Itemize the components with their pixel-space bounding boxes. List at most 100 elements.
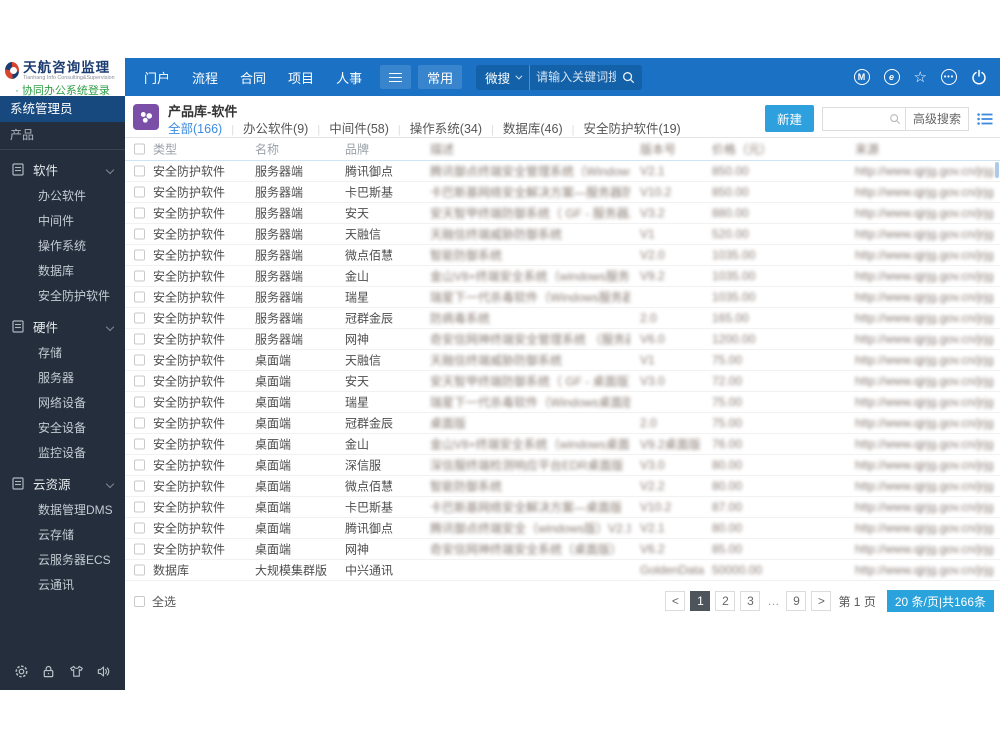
- nav-item[interactable]: 合同: [229, 68, 277, 87]
- sidebar-item[interactable]: 安全设备: [0, 416, 125, 441]
- sidebar-item[interactable]: 云服务器ECS: [0, 548, 125, 573]
- theme-button[interactable]: [69, 664, 84, 679]
- new-button[interactable]: 新建: [764, 105, 814, 132]
- table-row[interactable]: 安全防护软件 桌面端 安天 安天智甲终端防御系统（ GF - 桌面版） V3.0 72.0…: [125, 371, 1000, 392]
- column-header[interactable]: 名称: [255, 141, 279, 158]
- row-checkbox[interactable]: [134, 291, 145, 303]
- table-row[interactable]: 安全防护软件 桌面端 卡巴斯基 卡巴斯基网络安全解决方案—桌面版（-KL… V10.2 8…: [125, 497, 1000, 518]
- nav-item[interactable]: 项目: [277, 68, 325, 87]
- tab[interactable]: 安全防护软件(19): [563, 118, 680, 137]
- page-button[interactable]: 2: [715, 591, 736, 611]
- row-checkbox[interactable]: [134, 396, 145, 408]
- nav-item[interactable]: 人事: [325, 68, 373, 87]
- sidebar-item[interactable]: 办公软件: [0, 184, 125, 209]
- more-icon[interactable]: •••: [941, 69, 957, 85]
- tab[interactable]: 中间件(58): [308, 118, 389, 137]
- table-row[interactable]: 安全防护软件 服务器端 卡巴斯基 卡巴斯基网络安全解决方案—服务器防护版 V10.2 85…: [125, 182, 1000, 203]
- row-checkbox[interactable]: [134, 333, 145, 345]
- sound-button[interactable]: [96, 664, 111, 679]
- search-button[interactable]: [622, 71, 642, 84]
- page-number[interactable]: 1: [854, 595, 861, 609]
- table-row[interactable]: 安全防护软件 桌面端 深信服 深信服终端检测响应平台EDR桌面版 V3.0 80.00 ht…: [125, 455, 1000, 476]
- row-checkbox[interactable]: [134, 249, 145, 261]
- sidebar-item[interactable]: 网络设备: [0, 391, 125, 416]
- advanced-search-button[interactable]: 高级搜索: [904, 106, 969, 131]
- row-checkbox[interactable]: [134, 270, 145, 282]
- row-checkbox[interactable]: [134, 543, 145, 555]
- menu-toggle-button[interactable]: [380, 65, 412, 89]
- sidebar-item[interactable]: 操作系统: [0, 234, 125, 259]
- table-row[interactable]: 数据库 大规模集群版 中兴通讯 GoldenData s… 50000.00 http:/…: [125, 560, 1000, 581]
- lock-button[interactable]: [41, 664, 56, 679]
- table-row[interactable]: 安全防护软件 服务器端 微点佰慧 智能防御系统 V2.0 1035.00 http://ww…: [125, 245, 1000, 266]
- page-button[interactable]: 3: [740, 591, 761, 611]
- star-icon[interactable]: ☆: [914, 70, 927, 85]
- row-checkbox[interactable]: [134, 207, 145, 219]
- table-row[interactable]: 安全防护软件 服务器端 金山 金山V8+终端安全系统（windows服务器版） V9.2…: [125, 266, 1000, 287]
- row-checkbox[interactable]: [134, 375, 145, 387]
- sidebar-item[interactable]: 数据管理DMS: [0, 498, 125, 523]
- table-row[interactable]: 安全防护软件 桌面端 微点佰慧 智能防御系统 V2.2 80.00 http://www.q…: [125, 476, 1000, 497]
- favorites-button[interactable]: 常用: [418, 65, 463, 89]
- table-row[interactable]: 安全防护软件 服务器端 天融信 天融信终端威胁防御系统 V1 520.00 http://w…: [125, 224, 1000, 245]
- row-checkbox[interactable]: [134, 354, 145, 366]
- table-row[interactable]: 安全防护软件 桌面端 金山 金山V8+终端安全系统（windows桌面版） V9.2桌面…: [125, 434, 1000, 455]
- page-button[interactable]: 9: [786, 591, 807, 611]
- table-row[interactable]: 安全防护软件 桌面端 天融信 天融信终端威胁防御系统 V1 75.00 http://www…: [125, 350, 1000, 371]
- row-checkbox[interactable]: [134, 564, 145, 576]
- table-row[interactable]: 安全防护软件 服务器端 网神 奇安信网神终端安全管理系统 （服务器） V6.0 1200.…: [125, 329, 1000, 350]
- sidebar-item[interactable]: 存储: [0, 341, 125, 366]
- column-header[interactable]: 品牌: [345, 141, 369, 158]
- sidebar-group[interactable]: 硬件: [0, 312, 125, 341]
- table-row[interactable]: 安全防护软件 桌面端 腾讯御点 腾讯御点终端安全（windows版）V2.1 V2.1 8…: [125, 518, 1000, 539]
- sidebar-item[interactable]: 云通讯: [0, 573, 125, 598]
- settings-button[interactable]: [14, 664, 29, 679]
- row-checkbox[interactable]: [134, 480, 145, 492]
- sidebar-group[interactable]: 软件: [0, 155, 125, 184]
- prev-page-button[interactable]: <: [665, 591, 686, 611]
- table-row[interactable]: 安全防护软件 桌面端 网神 奇安信网神终端安全系统（桌面版） V6.2 85.00 http…: [125, 539, 1000, 560]
- sidebar-item[interactable]: 安全防护软件: [0, 284, 125, 309]
- tab[interactable]: 数据库(46): [482, 118, 563, 137]
- message-icon[interactable]: e: [883, 69, 900, 85]
- row-checkbox[interactable]: [134, 522, 145, 534]
- page-size-summary[interactable]: 20 条/页|共166条: [886, 590, 994, 612]
- tab[interactable]: 操作系统(34): [389, 118, 482, 137]
- row-checkbox[interactable]: [134, 438, 145, 450]
- row-checkbox[interactable]: [134, 228, 145, 240]
- m-circle-icon[interactable]: M: [853, 69, 870, 85]
- row-checkbox[interactable]: [134, 417, 145, 429]
- row-checkbox[interactable]: [134, 312, 145, 324]
- row-checkbox[interactable]: [134, 459, 145, 471]
- search-engine-dropdown[interactable]: 微搜: [476, 64, 531, 90]
- global-search-input[interactable]: [530, 70, 623, 84]
- page-button[interactable]: 1: [690, 591, 711, 611]
- scrollbar-thumb[interactable]: [995, 162, 999, 178]
- table-row[interactable]: 安全防护软件 服务器端 瑞星 瑞星下一代杀毒软件（Windows服务器版） 1035.0…: [125, 287, 1000, 308]
- row-checkbox[interactable]: [134, 186, 145, 198]
- sidebar-item[interactable]: 监控设备: [0, 441, 125, 466]
- nav-item[interactable]: 流程: [181, 68, 229, 87]
- tab[interactable]: 办公软件(9): [222, 118, 308, 137]
- table-row[interactable]: 安全防护软件 桌面端 冠群金辰 桌面版 2.0 75.00 http://www.qjrjg…: [125, 413, 1000, 434]
- column-header[interactable]: 类型: [153, 141, 177, 158]
- sidebar-item[interactable]: 数据库: [0, 259, 125, 284]
- power-button[interactable]: [971, 69, 987, 85]
- table-row[interactable]: 安全防护软件 桌面端 瑞星 瑞星下一代杀毒软件（Windows桌面版） 75.00 htt…: [125, 392, 1000, 413]
- nav-item[interactable]: 门户: [133, 68, 181, 87]
- header-checkbox[interactable]: [134, 143, 145, 155]
- list-view-button[interactable]: [977, 112, 993, 126]
- table-row[interactable]: 安全防护软件 服务器端 冠群金辰 防病毒系统 2.0 165.00 http://www.q…: [125, 308, 1000, 329]
- sidebar-item[interactable]: 服务器: [0, 366, 125, 391]
- next-page-button[interactable]: >: [811, 591, 832, 611]
- tab[interactable]: 全部(166): [168, 118, 222, 137]
- select-all-checkbox[interactable]: [134, 595, 145, 607]
- table-row[interactable]: 安全防护软件 服务器端 安天 安天智甲终端防御系统（ GF - 服务器版） V3.2 88…: [125, 203, 1000, 224]
- sidebar-item[interactable]: 中间件: [0, 209, 125, 234]
- row-checkbox[interactable]: [134, 165, 145, 177]
- table-row[interactable]: 安全防护软件 服务器端 腾讯御点 腾讯御点终端安全管理系统（Windows版） V2.1…: [125, 161, 1000, 182]
- table-search-input[interactable]: [822, 108, 889, 129]
- sidebar-group[interactable]: 云资源: [0, 469, 125, 498]
- row-checkbox[interactable]: [134, 501, 145, 513]
- sidebar-item[interactable]: 云存储: [0, 523, 125, 548]
